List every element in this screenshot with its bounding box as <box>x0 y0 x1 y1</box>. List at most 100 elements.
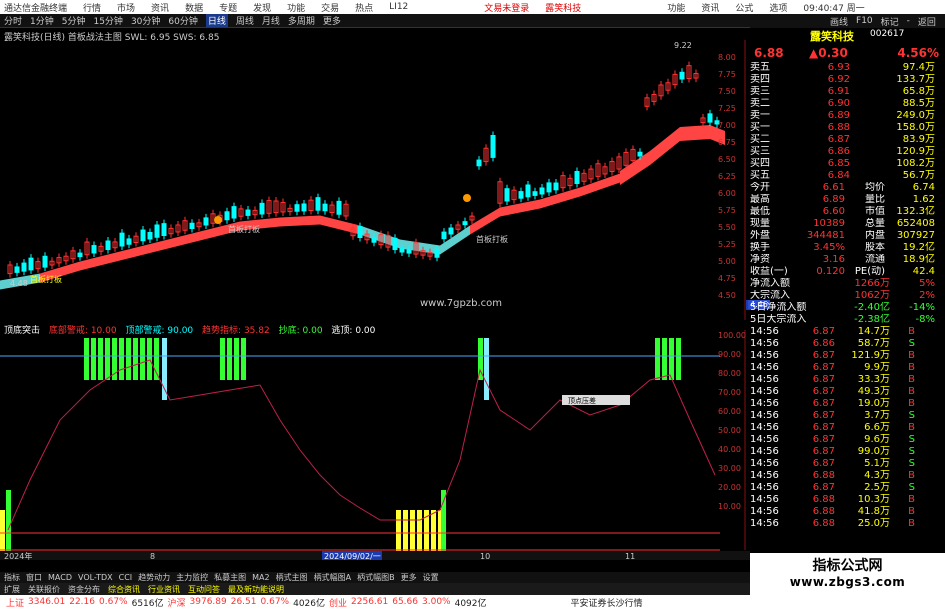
toolbar-tab[interactable]: CCI <box>119 573 133 582</box>
info-tab[interactable]: 扩展 <box>4 584 20 595</box>
menu-right-news[interactable]: 资讯 <box>701 1 719 14</box>
index-c-name[interactable]: 创业 <box>329 596 347 609</box>
index-b-name[interactable]: 沪深 <box>168 596 186 609</box>
tick-time: 14:56 <box>750 326 779 337</box>
top-signal-bar <box>676 338 681 380</box>
sell-volume: 88.5万 <box>902 98 935 109</box>
top-signal-bar <box>234 338 239 380</box>
sell-volume: 249.0万 <box>896 110 935 121</box>
menu-discover[interactable]: 发现 <box>253 1 271 14</box>
period-30min[interactable]: 30分钟 <box>131 14 160 27</box>
period-1min[interactable]: 1分钟 <box>30 14 54 27</box>
nav-minus[interactable]: - <box>907 16 910 26</box>
tick-side: B <box>908 326 915 337</box>
stat-label: 均价 <box>865 182 885 193</box>
candle-body <box>245 209 251 216</box>
period-daily[interactable]: 日线 <box>205 14 228 27</box>
toolbar-tab[interactable]: MA2 <box>252 573 269 582</box>
toolbar-tab[interactable]: 主力监控 <box>176 572 208 583</box>
menu-market[interactable]: 市场 <box>117 1 135 14</box>
price-change: ▲0.30 <box>809 46 848 60</box>
bottom-signal-bar <box>396 510 401 552</box>
tick-time: 14:56 <box>750 434 779 445</box>
period-timeshare[interactable]: 分时 <box>4 14 22 27</box>
flow-pct: -14% <box>909 302 935 313</box>
info-tab[interactable]: 最及新功能说明 <box>228 584 284 595</box>
period-monthly[interactable]: 月线 <box>262 14 280 27</box>
nav-mark[interactable]: 标记 <box>881 15 899 28</box>
tick-price: 6.87 <box>812 326 835 337</box>
buy-volume: 108.2万 <box>896 158 935 169</box>
candle-body <box>462 221 468 226</box>
top-signal-bar <box>126 338 131 380</box>
info-tab[interactable]: 行业资讯 <box>148 584 180 595</box>
stat-row: 净资 3.16 流通 18.9亿 <box>750 254 945 266</box>
menu-li12[interactable]: LI12 <box>389 2 408 12</box>
main-kline-chart[interactable]: 8.00 7.75 7.50 7.25 7.00 6.75 6.50 6.25 6.00 5.75… <box>0 40 750 320</box>
menu-function[interactable]: 功能 <box>287 1 305 14</box>
menu-right-options[interactable]: 选项 <box>769 1 787 14</box>
info-tab[interactable]: 关联报价 <box>28 584 60 595</box>
candle-body <box>294 204 300 212</box>
info-tab[interactable]: 综合资讯 <box>108 584 140 595</box>
menu-news[interactable]: 资讯 <box>151 1 169 14</box>
period-5min[interactable]: 5分钟 <box>62 14 86 27</box>
date-year: 2024年 <box>4 551 32 560</box>
toolbar-tab[interactable]: MACD <box>48 573 72 582</box>
menu-quote[interactable]: 行情 <box>83 1 101 14</box>
indicator-chart[interactable]: 100.00 90.00 80.00 70.00 60.00 50.00 40.00 30.0… <box>0 330 750 560</box>
toolbar-tab[interactable]: 更多 <box>401 572 417 583</box>
sell-level: 卖一 <box>750 110 770 121</box>
toolbar-tab[interactable]: VOL-TDX <box>78 573 113 582</box>
nav-draw[interactable]: 画线 <box>830 15 848 28</box>
period-15min[interactable]: 15分钟 <box>93 14 122 27</box>
toolbar-tab[interactable]: 柄式主图 <box>276 572 308 583</box>
menu-hot[interactable]: 热点 <box>355 1 373 14</box>
toolbar-tab[interactable]: 窗口 <box>26 572 42 583</box>
order-book: 卖五 6.93 97.4万 卖四 6.92 133.7万 卖三 6.91 65.8万 卖二 6.90… <box>750 62 945 182</box>
stat-value: 344481 <box>806 230 845 241</box>
nav-f10[interactable]: F10 <box>856 16 873 26</box>
menu-topic[interactable]: 专题 <box>219 1 237 14</box>
tick-volume: 33.3万 <box>857 374 890 385</box>
info-tab[interactable]: 互动问答 <box>188 584 220 595</box>
period-multi[interactable]: 多周期 <box>288 14 315 27</box>
toolbar-tab[interactable]: 柄式幅图A <box>314 572 351 583</box>
info-tab[interactable]: 资金分布 <box>68 584 100 595</box>
candle-body <box>77 252 83 258</box>
menu-trade[interactable]: 交易 <box>321 1 339 14</box>
tick-volume: 121.9万 <box>851 350 890 361</box>
tick-volume: 41.8万 <box>857 506 890 517</box>
toolbar-tab[interactable]: 私募主图 <box>214 572 246 583</box>
menu-right-formula[interactable]: 公式 <box>735 1 753 14</box>
bottom-signal-bar <box>417 510 422 552</box>
period-60min[interactable]: 60分钟 <box>168 14 197 27</box>
toolbar-tab[interactable]: 设置 <box>423 572 439 583</box>
tick-side: B <box>908 362 915 373</box>
tick-row: 14:56 6.87 6.6万 B <box>750 422 945 434</box>
login-status[interactable]: 文易未登录 <box>484 1 529 14</box>
toolbar-tab[interactable]: 指标 <box>4 572 20 583</box>
toolbar-tab[interactable]: 柄式幅图B <box>357 572 395 583</box>
period-weekly[interactable]: 周线 <box>236 14 254 27</box>
tick-price: 6.88 <box>812 494 835 505</box>
stat-value: 1.62 <box>912 194 935 205</box>
ind-tick: 10.00 <box>718 502 741 511</box>
tick-side: B <box>908 518 915 529</box>
toolbar-tab[interactable]: 趋势动力 <box>138 572 170 583</box>
tick-price: 6.87 <box>812 422 835 433</box>
top-signal-bar <box>241 338 246 380</box>
nav-back[interactable]: 返回 <box>918 15 936 28</box>
top-signal-bar <box>98 338 103 380</box>
stat-row: 今开 6.61 均价 6.74 <box>750 182 945 194</box>
stat-label: PE(动) <box>854 266 885 277</box>
menu-right-function[interactable]: 功能 <box>667 1 685 14</box>
bottom-signal-bar <box>6 490 11 552</box>
index-a-name[interactable]: 上证 <box>6 596 24 609</box>
first-board-label-3: 首板打板 <box>476 234 508 244</box>
sell-level: 卖四 <box>750 74 770 85</box>
sell-volume: 65.8万 <box>902 86 935 97</box>
tick-side: B <box>908 374 915 385</box>
menu-data[interactable]: 数据 <box>185 1 203 14</box>
period-more[interactable]: 更多 <box>323 14 341 27</box>
